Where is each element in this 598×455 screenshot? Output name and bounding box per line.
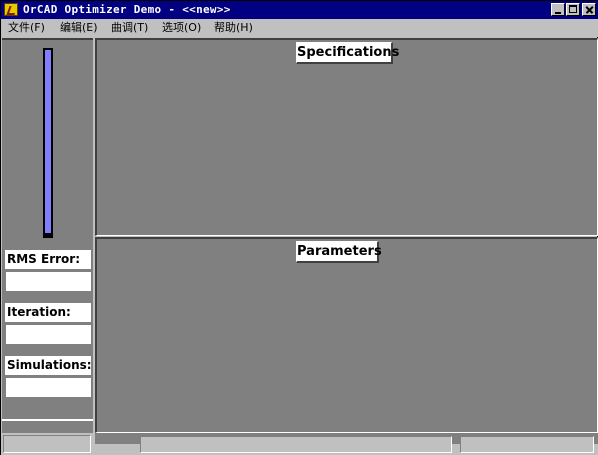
parameters-header[interactable]: Parameters <box>296 241 382 263</box>
rms-error-label: RMS Error: <box>5 250 91 269</box>
rms-error-field <box>5 271 91 291</box>
title-bar[interactable]: OrCAD Optimizer Demo - <<new>> <box>1 1 598 19</box>
specifications-pane[interactable]: Specifications <box>95 38 598 236</box>
menu-help[interactable]: 帮助(H) <box>214 20 253 36</box>
status-panel: RMS Error: Iteration: Simulations: <box>2 38 93 433</box>
menu-tune[interactable]: 曲调(T) <box>111 20 148 36</box>
specifications-header[interactable]: Specifications <box>296 42 399 64</box>
status-left-panel <box>3 435 91 453</box>
menu-file[interactable]: 文件(F) <box>8 20 45 36</box>
close-icon[interactable] <box>582 3 596 16</box>
status-panel-secondary <box>460 436 594 453</box>
parameters-pane[interactable]: Parameters <box>95 237 598 433</box>
app-icon[interactable] <box>4 3 18 16</box>
simulations-label: Simulations: <box>5 356 92 375</box>
simulations-field <box>5 377 91 397</box>
menu-bar: 文件(F) 编辑(E) 曲调(T) 选项(O) 帮助(H) <box>1 19 598 37</box>
status-bar <box>1 433 598 455</box>
menu-options[interactable]: 选项(O) <box>162 20 201 36</box>
divider <box>2 419 93 421</box>
menu-edit[interactable]: 编辑(E) <box>60 20 98 36</box>
minimize-icon[interactable] <box>551 3 565 16</box>
maximize-icon[interactable] <box>566 3 580 16</box>
status-panel-main <box>140 436 452 453</box>
progress-fill <box>45 50 51 236</box>
progress-bar <box>43 48 53 238</box>
iteration-label: Iteration: <box>5 303 91 322</box>
window-title: OrCAD Optimizer Demo - <<new>> <box>23 3 231 16</box>
iteration-field <box>5 324 91 344</box>
progress-cap <box>45 233 51 236</box>
application-window: OrCAD Optimizer Demo - <<new>> 文件(F) 编辑(… <box>0 0 598 455</box>
